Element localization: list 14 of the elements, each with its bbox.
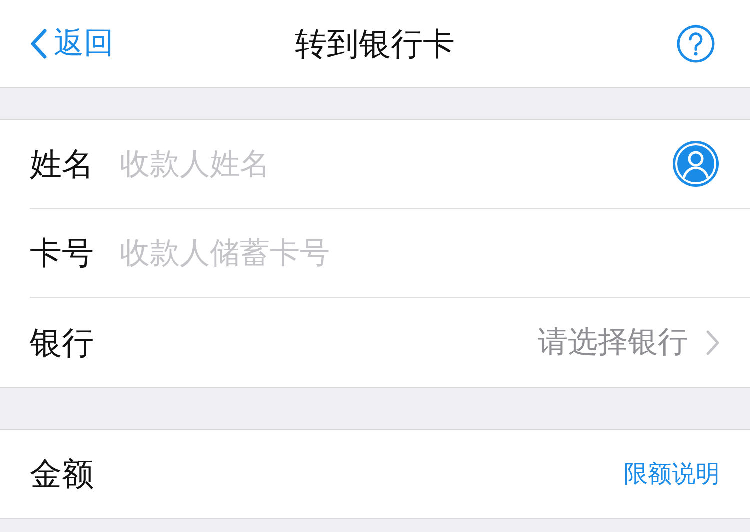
back-button[interactable]: 返回 (30, 21, 114, 66)
help-icon[interactable] (676, 24, 716, 64)
chevron-right-icon (706, 330, 720, 356)
field-label: 卡号 (30, 233, 95, 274)
page-title: 转到银行卡 (295, 24, 455, 64)
input-field[interactable]: 收款人姓名 (120, 142, 672, 186)
field-label: 姓名 (30, 144, 95, 185)
limit-info-link[interactable]: 限额说明 (624, 456, 720, 492)
amount-label: 金额 (30, 454, 94, 495)
contact-icon[interactable] (672, 140, 720, 188)
bank-selector[interactable]: 请选择银行 (538, 320, 688, 365)
input-field[interactable]: 收款人储蓄卡号 (120, 230, 720, 276)
field-label: 银行 (30, 322, 95, 364)
chevron-left-icon (30, 28, 48, 60)
